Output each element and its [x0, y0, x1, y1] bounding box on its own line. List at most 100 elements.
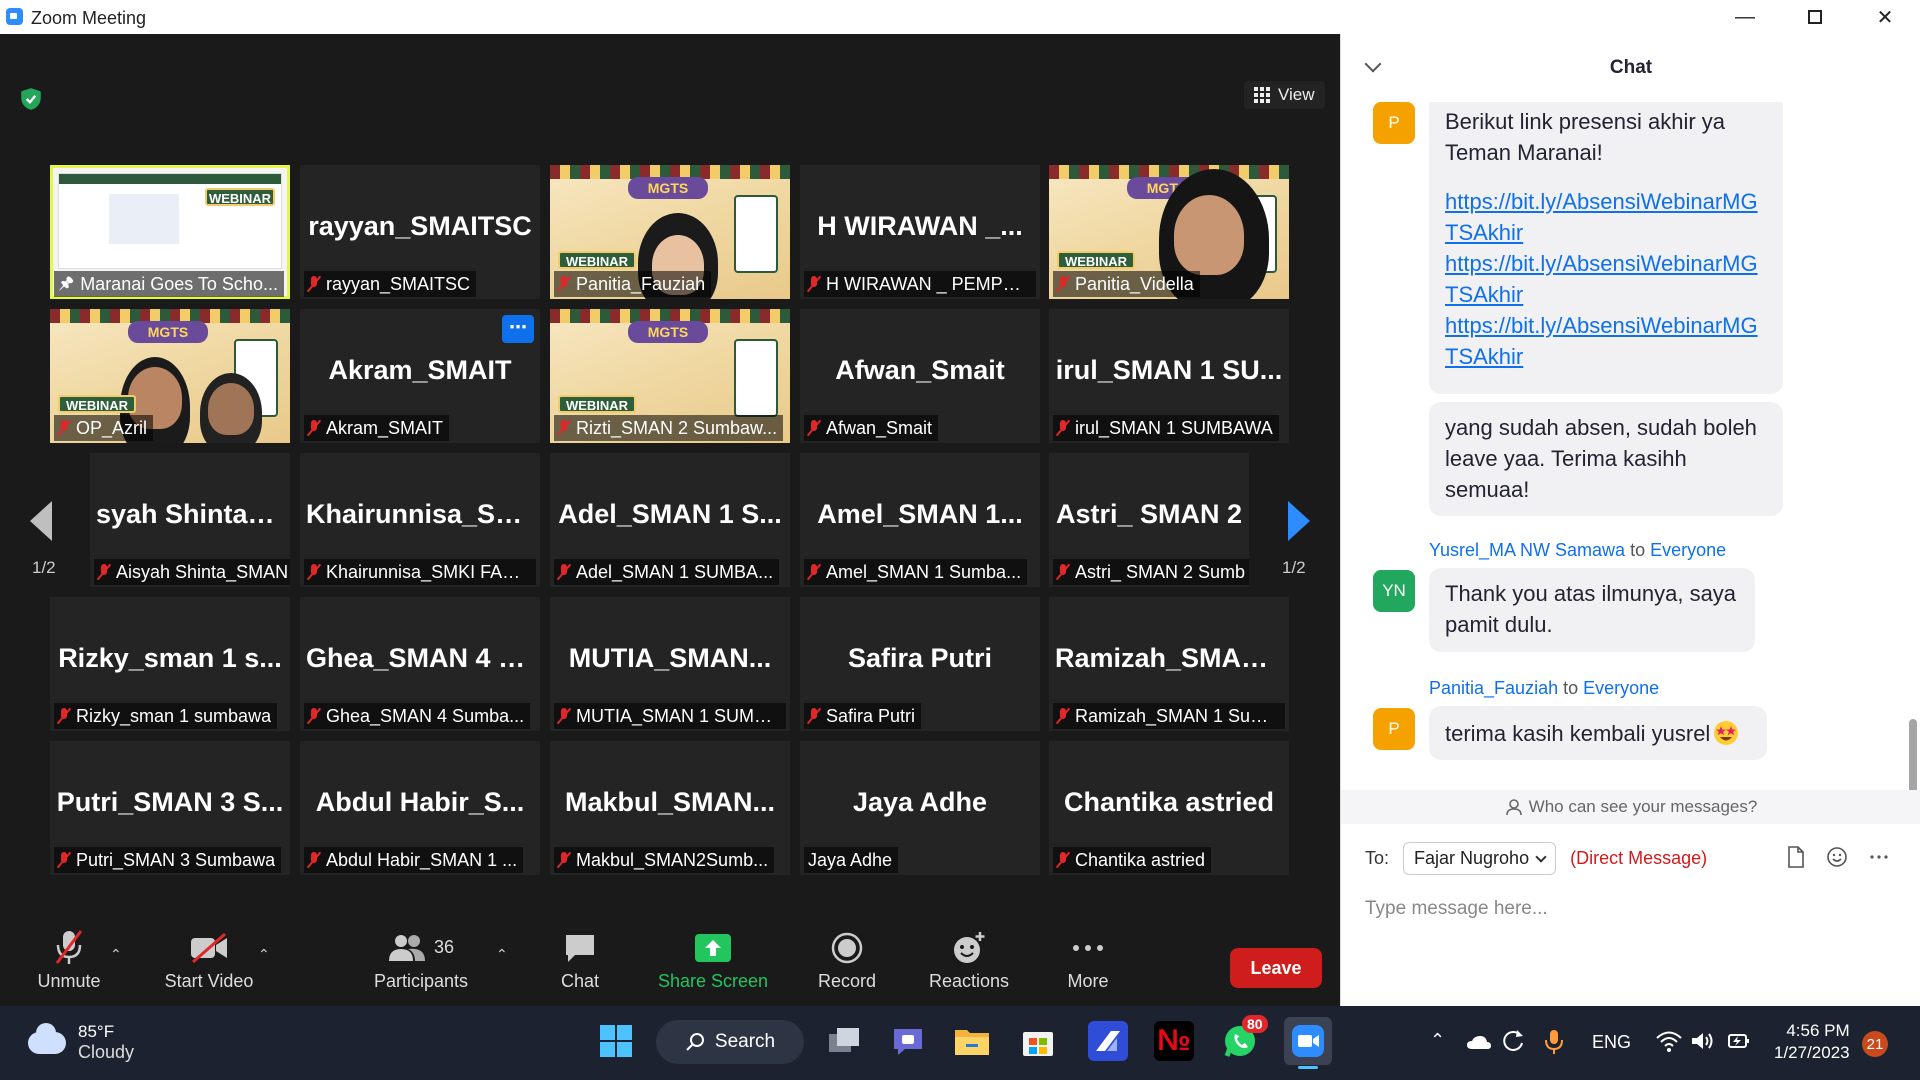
participant-tile[interactable]: irul_SMAN 1 SU... irul_SMAN 1 SUMBAWA [1049, 309, 1289, 443]
participant-tile[interactable]: MGTS WEBINAR Rizti_SMAN 2 Sumbaw... [550, 309, 790, 443]
chat-message-input[interactable] [1365, 892, 1885, 926]
notification-badge[interactable]: 21 [1862, 1031, 1888, 1057]
participant-tile[interactable]: Chantika astried Chantika astried [1049, 741, 1289, 875]
video-options-caret-icon[interactable]: ⌃ [258, 946, 270, 963]
participant-tile[interactable]: Abdul Habir_S... Abdul Habir_SMAN 1 ... [300, 741, 540, 875]
participant-tile[interactable]: MGTS WEBINAR Panitia_Vidella [1049, 165, 1289, 299]
wifi-icon[interactable] [1656, 1030, 1682, 1052]
shield-icon[interactable] [18, 86, 44, 112]
participant-tile[interactable]: MUTIA_SMAN... MUTIA_SMAN 1 SUMB... [550, 597, 790, 731]
microphone-muted-icon [308, 851, 320, 869]
participant-display-name: Khairunnisa_SM... [306, 499, 540, 529]
participant-tile[interactable]: H WIRAWAN _... H WIRAWAN _ PEMPR... [800, 165, 1040, 299]
chat-button[interactable]: Chat [550, 928, 610, 1006]
emoji-icon[interactable] [1826, 846, 1848, 868]
chevron-down-icon[interactable] [1364, 55, 1382, 73]
weather-condition: Cloudy [78, 1042, 135, 1062]
participant-tile[interactable]: Ghea_SMAN 4 S... Ghea_SMAN 4 Sumba... [300, 597, 540, 731]
close-button[interactable]: ✕ [1850, 0, 1920, 34]
leave-button[interactable]: Leave [1230, 948, 1322, 988]
avatar: P [1373, 708, 1415, 750]
share-screen-button[interactable]: Share Screen [656, 928, 770, 1006]
shared-screen-preview: WEBINAR [58, 173, 282, 269]
participant-tile[interactable]: Rizky_sman 1 s... Rizky_sman 1 sumbawa [50, 597, 290, 731]
participant-tile[interactable]: rayyan_SMAITSC rayyan_SMAITSC [300, 165, 540, 299]
taskbar-search[interactable]: Search [656, 1020, 804, 1064]
battery-charging-icon[interactable] [1726, 1030, 1752, 1052]
chevron-down-icon [1535, 850, 1547, 863]
microsoft-store-app[interactable] [1018, 1021, 1058, 1061]
participant-tile[interactable]: Khairunnisa_SM... Khairunnisa_SMKI FAR... [300, 453, 540, 587]
view-button[interactable]: View [1244, 81, 1325, 109]
chat-link[interactable]: https://bit.ly/AbsensiWebinarMGTSAkhir [1445, 310, 1767, 372]
chat-panel: Chat P Berikut link presensi akhir ya Te… [1340, 34, 1920, 1006]
audio-options-caret-icon[interactable]: ⌃ [110, 946, 122, 963]
start-video-button[interactable]: Start Video [158, 928, 260, 1006]
participant-tile[interactable]: Makbul_SMAN... Makbul_SMAN2Sumb... [550, 741, 790, 875]
file-icon[interactable] [1786, 846, 1806, 868]
more-button[interactable]: More [1060, 928, 1116, 1006]
page-indicator-left: 1/2 [32, 558, 56, 577]
unmute-button[interactable]: Unmute [28, 928, 110, 1006]
file-explorer-app[interactable] [952, 1021, 992, 1061]
participant-tile[interactable]: Akram_SMAIT ⋯ Akram_SMAIT [300, 309, 540, 443]
participants-caret-icon[interactable]: ⌃ [496, 946, 508, 963]
sync-icon[interactable] [1500, 1028, 1526, 1054]
chat-scrollbar[interactable] [1909, 134, 1917, 815]
microphone-muted-icon [1057, 275, 1069, 293]
participant-tile[interactable]: syah Shinta_S... Aisyah Shinta_SMAN 1... [90, 453, 290, 587]
zoom-app[interactable] [1284, 1017, 1332, 1069]
more-options-icon[interactable] [1868, 846, 1890, 868]
who-can-see-text: Who can see your messages? [1528, 797, 1758, 816]
maximize-button[interactable] [1780, 0, 1850, 34]
participant-tile[interactable]: Jaya Adhe Jaya Adhe [800, 741, 1040, 875]
onedrive-icon[interactable] [1466, 1034, 1492, 1050]
reactions-button[interactable]: Reactions [922, 928, 1016, 1006]
pen-app[interactable] [1088, 1021, 1128, 1061]
microphone-muted-icon [308, 563, 320, 581]
participant-tile[interactable]: Ramizah_SMAN... Ramizah_SMAN 1 Sum... [1049, 597, 1289, 731]
next-page-button[interactable] [1284, 496, 1314, 546]
weather-widget[interactable]: 85°F Cloudy [28, 1022, 134, 1063]
volume-icon[interactable] [1690, 1030, 1716, 1052]
clock-date: 1/27/2023 [1774, 1043, 1850, 1062]
participant-tile[interactable]: Astri_ SMAN 2 Astri_ SMAN 2 Sumb [1049, 453, 1249, 587]
participant-tile[interactable]: WEBINAR 📌 Maranai Goes To Scho... [50, 165, 290, 299]
record-button[interactable]: Record [812, 928, 882, 1006]
microphone-muted-icon [808, 707, 820, 725]
participant-tile[interactable]: Afwan_Smait Afwan_Smait [800, 309, 1040, 443]
participant-tile[interactable]: MGTS WEBINAR Panitia_Fauziah [550, 165, 790, 299]
previous-page-button[interactable] [26, 496, 56, 546]
webinar-banner: WEBINAR [205, 188, 275, 206]
participant-tile[interactable]: Putri_SMAN 3 S... Putri_SMAN 3 Sumbawa [50, 741, 290, 875]
recipient-bar: To: Fajar Nugroho (Direct Message) [1365, 842, 1707, 875]
microphone-in-use-icon[interactable] [1544, 1028, 1564, 1056]
sender-name[interactable]: Panitia_Fauziah [1429, 678, 1558, 698]
event-poster [734, 195, 778, 273]
participant-tile[interactable]: MGTS WEBINAR OP_Azril [50, 309, 290, 443]
language-indicator[interactable]: ENG [1592, 1032, 1631, 1053]
participant-name: Makbul_SMAN2Sumb... [576, 850, 769, 870]
microphone-muted-icon [558, 851, 570, 869]
system-clock[interactable]: 4:56 PM 1/27/2023 [1774, 1020, 1850, 1064]
teams-chat-app[interactable] [888, 1021, 928, 1061]
minimize-button[interactable]: — [1710, 0, 1780, 34]
task-view-button[interactable] [824, 1021, 864, 1061]
recipient-dropdown[interactable]: Fajar Nugroho [1403, 842, 1557, 875]
chat-link[interactable]: https://bit.ly/AbsensiWebinarMGTSAkhir [1445, 248, 1767, 310]
chat-link[interactable]: https://bit.ly/AbsensiWebinarMGTSAkhir [1445, 186, 1767, 248]
sender-name[interactable]: Yusrel_MA NW Samawa [1429, 540, 1625, 560]
who-can-see-messages[interactable]: Who can see your messages? [1341, 790, 1920, 824]
participant-tile[interactable]: Adel_SMAN 1 S... Adel_SMAN 1 SUMBA... [550, 453, 790, 587]
show-hidden-icons-icon[interactable]: ⌃ [1430, 1030, 1445, 1051]
tile-more-options-button[interactable]: ⋯ [502, 315, 534, 343]
netflix-app[interactable]: № [1154, 1021, 1194, 1061]
start-button[interactable] [596, 1021, 636, 1061]
participant-tile[interactable]: Safira Putri Safira Putri [800, 597, 1040, 731]
participant-display-name: Astri_ SMAN 2 [1055, 499, 1243, 529]
record-label: Record [817, 971, 877, 991]
participant-tile[interactable]: Amel_SMAN 1... Amel_SMAN 1 Sumba... [800, 453, 1040, 587]
whatsapp-app[interactable]: 80 [1220, 1015, 1268, 1061]
participants-button[interactable]: 36 Participants [370, 928, 472, 1006]
participant-name-label: Afwan_Smait [804, 415, 939, 441]
